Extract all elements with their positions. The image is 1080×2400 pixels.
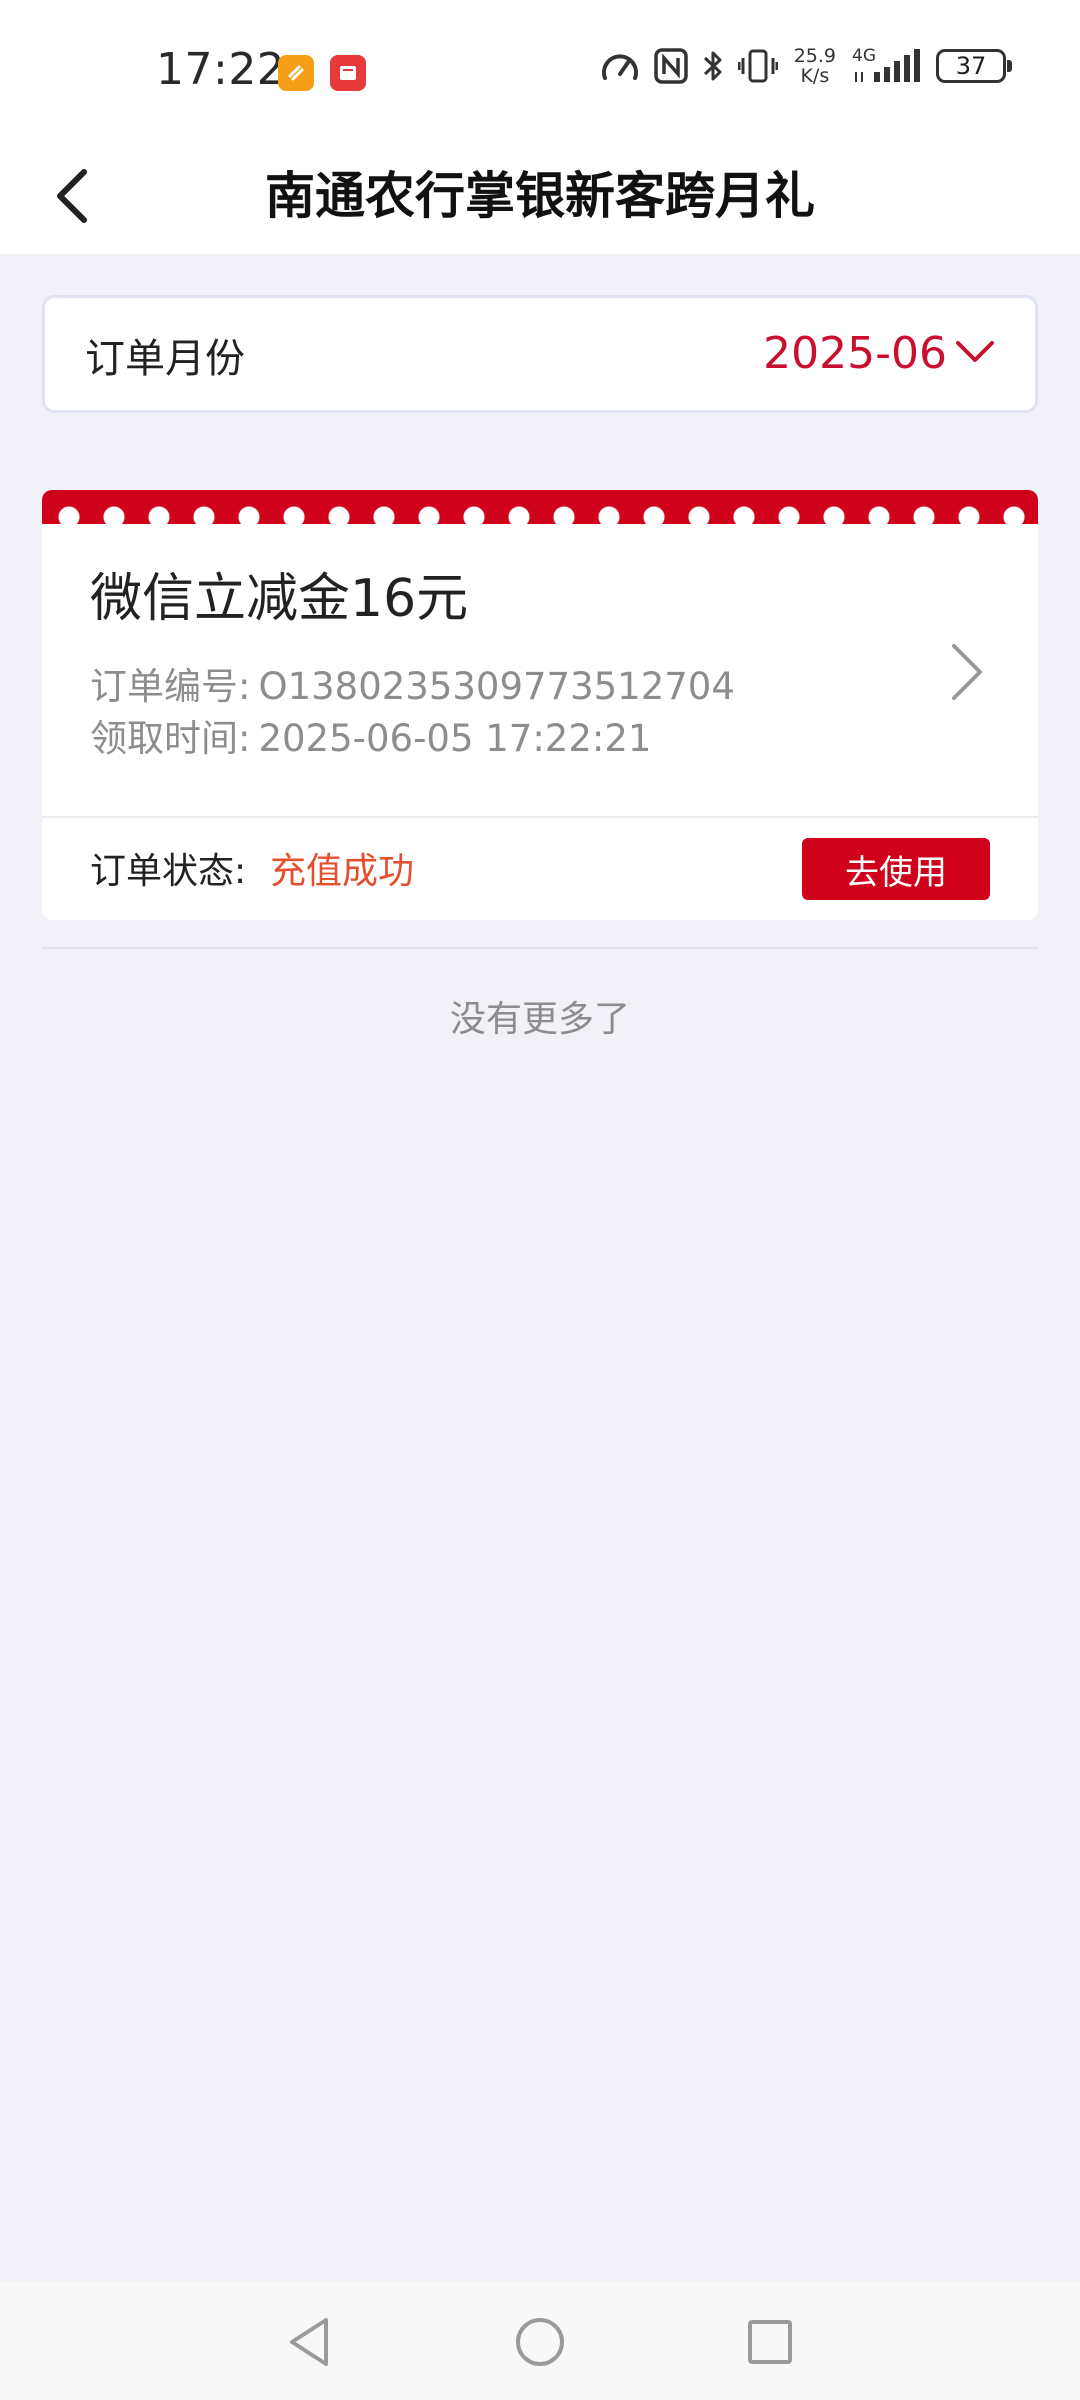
- battery-indicator: 37: [936, 49, 1012, 83]
- status-bar: 17:22 25.9 K/s 4G 37: [0, 0, 1080, 138]
- bluetooth-icon: [702, 48, 724, 84]
- month-selector[interactable]: 订单月份 2025-06: [42, 295, 1038, 413]
- network-speed: 25.9 K/s: [794, 46, 836, 86]
- network-speed-unit: K/s: [800, 65, 830, 87]
- vibrate-icon: [737, 48, 778, 84]
- signal-icon: 4G: [852, 46, 922, 84]
- order-status-label: 订单状态:: [90, 851, 247, 892]
- app-header: 南通农行掌银新客跨月礼: [0, 138, 1080, 254]
- speedometer-icon: [600, 48, 640, 84]
- order-title: 微信立减金16元: [90, 569, 469, 629]
- nav-recent-icon[interactable]: [742, 2314, 798, 2370]
- nfc-icon: [653, 48, 688, 84]
- nav-back-icon[interactable]: [282, 2314, 338, 2370]
- status-time: 17:22: [156, 44, 286, 95]
- chevron-right-icon[interactable]: [946, 640, 986, 704]
- no-more-text: 没有更多了: [449, 999, 630, 1040]
- order-card[interactable]: 微信立减金16元 订单编号: O1380235309773512704 领取时间:…: [42, 490, 1038, 920]
- order-number-row: 订单编号: O1380235309773512704: [90, 656, 735, 710]
- network-speed-value: 25.9: [793, 45, 836, 67]
- network-type: 4G: [852, 46, 876, 66]
- status-icons: 25.9 K/s 4G 37: [600, 46, 1012, 86]
- claim-time-label: 领取时间:: [90, 717, 251, 760]
- claim-time-row: 领取时间: 2025-06-05 17:22:21: [90, 708, 651, 762]
- month-value: 2025-06: [763, 328, 947, 379]
- chevron-down-icon: [956, 341, 994, 362]
- battery-level: 37: [955, 52, 987, 80]
- month-label: 订单月份: [85, 336, 245, 382]
- card-divider: [42, 816, 1038, 818]
- page-title: 南通农行掌银新客跨月礼: [265, 167, 815, 225]
- use-button[interactable]: 去使用: [802, 838, 990, 900]
- order-number-value: O1380235309773512704: [258, 665, 735, 708]
- nav-home-icon[interactable]: [512, 2314, 568, 2370]
- order-status-value: 充值成功: [270, 851, 415, 892]
- card-top-band: [42, 490, 1038, 528]
- scallop-decoration: [42, 506, 1038, 528]
- app-notification-icon-red: [330, 55, 366, 91]
- order-number-label: 订单编号:: [90, 665, 251, 708]
- list-divider: [42, 947, 1038, 949]
- claim-time-value: 2025-06-05 17:22:21: [258, 717, 652, 760]
- system-nav-bar: [0, 2282, 1080, 2400]
- app-notification-icon-orange: [278, 55, 314, 91]
